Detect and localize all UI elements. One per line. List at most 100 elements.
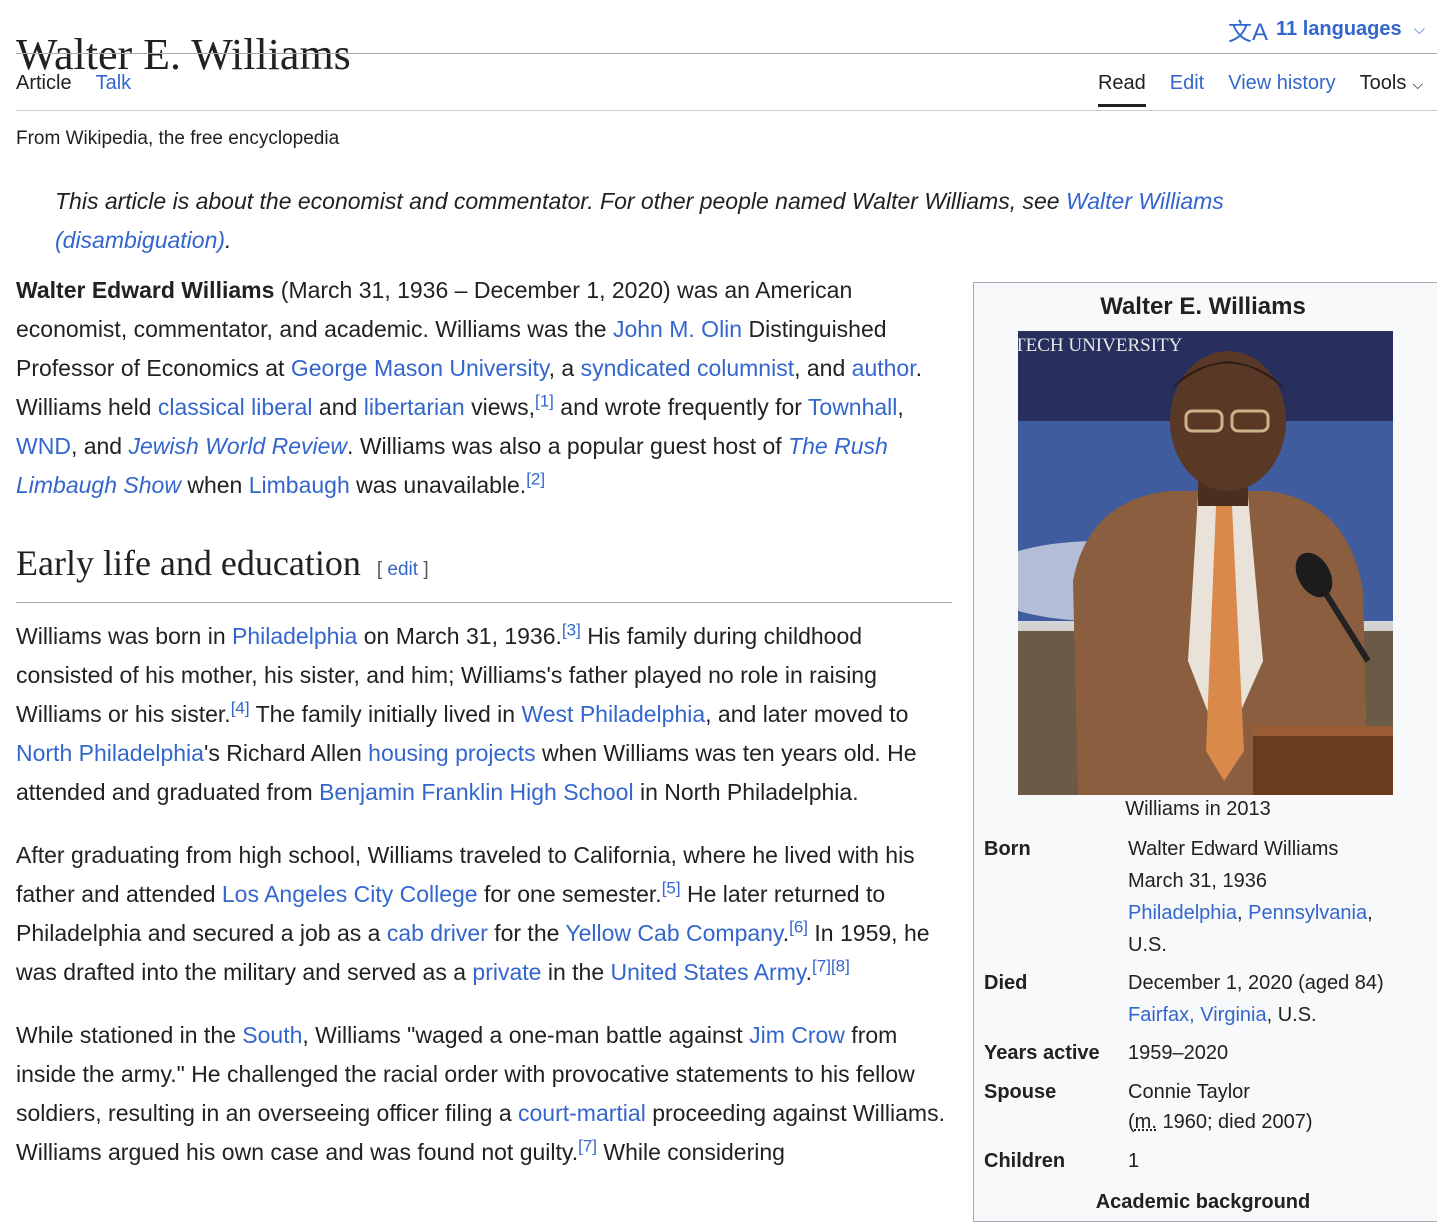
infobox-row-years-active: Years active 1959–2020	[984, 1037, 1434, 1069]
section-edit-link[interactable]: edit	[387, 559, 418, 580]
infobox-row-born: Born Walter Edward Williams March 31, 19…	[984, 833, 1434, 961]
section-heading: Early life and education [ edit ]	[16, 537, 952, 603]
link-west-philadelphia[interactable]: West Philadelphia	[521, 701, 705, 727]
reference-link[interactable]: [7]	[578, 1136, 597, 1155]
infobox: Walter E. Williams TECH UNIVERSITY Willi…	[973, 282, 1437, 1222]
tab-read[interactable]: Read	[1097, 72, 1146, 107]
link-libertarian[interactable]: libertarian	[364, 394, 465, 420]
born-value: Walter Edward Williams March 31, 1936 Ph…	[1128, 833, 1434, 961]
site-tagline: From Wikipedia, the free encyclopedia	[16, 128, 340, 149]
text: Williams was born in	[16, 623, 232, 649]
lead-paragraph: Walter Edward Williams (March 31, 1936 –…	[16, 271, 956, 505]
spouse-years: 1960; died 2007)	[1156, 1111, 1313, 1133]
text: , and	[70, 433, 129, 459]
reference-7[interactable]: [7]	[812, 956, 831, 975]
link-north-philadelphia[interactable]: North Philadelphia	[16, 740, 204, 766]
text: While considering	[597, 1139, 785, 1165]
link-born-state[interactable]: Pennsylvania	[1248, 902, 1367, 924]
link-author[interactable]: author	[852, 355, 916, 381]
reference-link[interactable]: [3]	[562, 620, 581, 639]
portrait-photo[interactable]: TECH UNIVERSITY	[1018, 331, 1393, 795]
spouse-detail: (m. 1960; died 2007)	[1128, 1111, 1313, 1133]
died-country: , U.S.	[1266, 1004, 1317, 1026]
died-place: Fairfax, Virginia, U.S.	[1128, 999, 1434, 1031]
title-divider	[16, 53, 1437, 54]
link-john-m-olin[interactable]: John M. Olin	[613, 316, 742, 342]
translate-icon: 文A	[1227, 19, 1268, 46]
link-united-states-army[interactable]: United States Army	[611, 959, 806, 985]
link-george-mason-university[interactable]: George Mason University	[291, 355, 549, 381]
reference-link[interactable]: [8]	[831, 956, 850, 975]
reference-link[interactable]: [7]	[812, 956, 831, 975]
tab-view-history[interactable]: View history	[1228, 72, 1335, 107]
article-body: Walter Edward Williams (March 31, 1936 –…	[16, 271, 956, 1196]
link-syndicated-columnist[interactable]: syndicated columnist	[581, 355, 795, 381]
link-jim-crow[interactable]: Jim Crow	[749, 1022, 845, 1048]
reference-link[interactable]: [6]	[789, 917, 808, 936]
hatnote: This article is about the economist and …	[55, 182, 1295, 260]
reference-3[interactable]: [3]	[562, 620, 581, 639]
link-died-place[interactable]: Fairfax, Virginia	[1128, 1004, 1267, 1026]
link-housing-projects[interactable]: housing projects	[368, 740, 536, 766]
tab-article[interactable]: Article	[16, 72, 72, 107]
reference-5[interactable]: [5]	[662, 878, 681, 897]
reference-4[interactable]: [4]	[231, 698, 250, 717]
link-court-martial[interactable]: court-martial	[518, 1100, 646, 1126]
reference-link[interactable]: [5]	[662, 878, 681, 897]
text: and wrote frequently for	[553, 394, 808, 420]
link-born-city[interactable]: Philadelphia	[1128, 902, 1237, 924]
text: . Williams was also a popular guest host…	[347, 433, 789, 459]
tab-talk[interactable]: Talk	[96, 72, 132, 107]
reference-8[interactable]: [8]	[831, 956, 850, 975]
died-label: Died	[984, 972, 1028, 994]
spouse-label: Spouse	[984, 1081, 1057, 1103]
link-jewish-world-review[interactable]: Jewish World Review	[128, 433, 347, 459]
years-active-value: 1959–2020	[1128, 1042, 1229, 1064]
infobox-row-children: Children 1	[984, 1145, 1434, 1177]
view-tabs: Read Edit View history Tools ⌵	[1097, 72, 1423, 107]
link-private[interactable]: private	[472, 959, 541, 985]
section-edit: [ edit ]	[376, 559, 429, 580]
infobox-row-died: Died December 1, 2020 (aged 84) Fairfax,…	[984, 967, 1434, 1031]
born-label: Born	[984, 838, 1031, 860]
portrait-illustration: TECH UNIVERSITY	[1018, 331, 1393, 795]
reference-link[interactable]: [1]	[535, 391, 554, 410]
reference-link[interactable]: [4]	[231, 698, 250, 717]
text: ,	[897, 394, 904, 420]
text: and	[312, 394, 364, 420]
tabs-divider	[16, 110, 1437, 111]
link-wnd[interactable]: WND	[16, 433, 71, 459]
infobox-title: Walter E. Williams	[1100, 293, 1306, 320]
reference-2[interactable]: [2]	[526, 469, 545, 488]
photo-caption: Williams in 2013	[1125, 798, 1271, 820]
reference-7[interactable]: [7]	[578, 1136, 597, 1155]
link-south[interactable]: South	[242, 1022, 302, 1048]
subject-name: Walter Edward Williams	[16, 277, 275, 303]
died-date: December 1, 2020 (aged 84)	[1128, 972, 1384, 994]
link-townhall[interactable]: Townhall	[808, 394, 898, 420]
link-yellow-cab-company[interactable]: Yellow Cab Company	[565, 920, 782, 946]
born-date: March 31, 1936	[1128, 870, 1267, 892]
tab-edit[interactable]: Edit	[1170, 72, 1204, 107]
chevron-down-icon: ⌵	[1412, 76, 1423, 92]
text: The family initially lived in	[249, 701, 522, 727]
reference-1[interactable]: [1]	[535, 391, 554, 410]
text: in North Philadelphia.	[633, 779, 859, 805]
link-classical-liberal[interactable]: classical liberal	[158, 394, 313, 420]
link-benjamin-franklin-high-school[interactable]: Benjamin Franklin High School	[319, 779, 634, 805]
section-title: Early life and education	[16, 543, 361, 583]
link-philadelphia[interactable]: Philadelphia	[232, 623, 357, 649]
tools-menu[interactable]: Tools ⌵	[1360, 72, 1423, 107]
academic-background-heading: Academic background	[1095, 1191, 1311, 1213]
text: , a	[548, 355, 581, 381]
married-abbr: m.	[1134, 1111, 1157, 1133]
text: was unavailable.	[349, 472, 527, 498]
link-cab-driver[interactable]: cab driver	[387, 920, 488, 946]
reference-link[interactable]: [2]	[526, 469, 545, 488]
text: views,	[464, 394, 535, 420]
language-selector[interactable]: 文A 11 languages ⌵	[1228, 12, 1425, 47]
reference-6[interactable]: [6]	[789, 917, 808, 936]
link-los-angeles-city-college[interactable]: Los Angeles City College	[222, 881, 478, 907]
text: on March 31, 1936.	[357, 623, 562, 649]
link-limbaugh[interactable]: Limbaugh	[249, 472, 350, 498]
